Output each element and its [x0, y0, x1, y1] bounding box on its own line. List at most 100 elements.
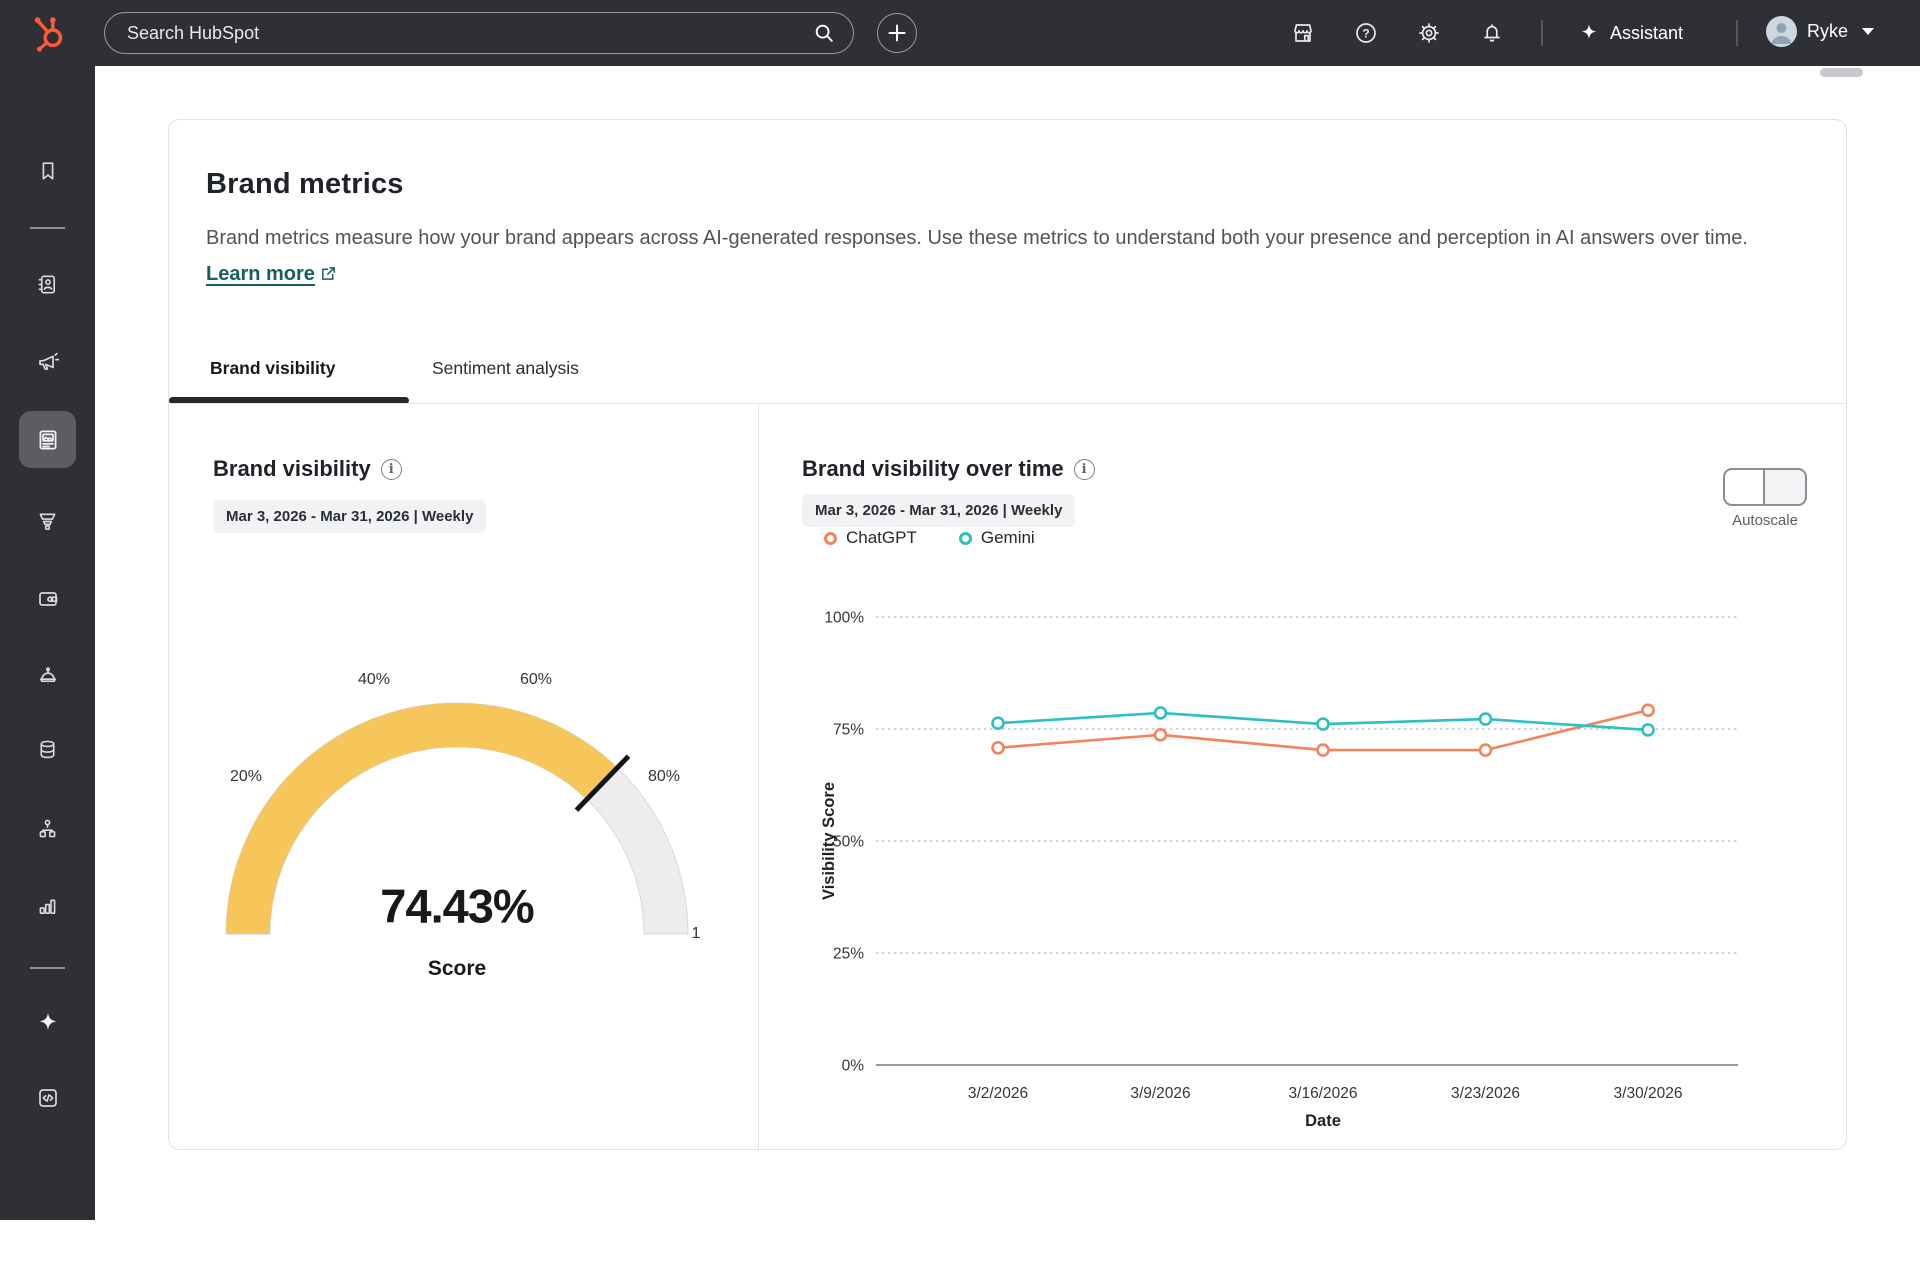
sidebar-item-contacts[interactable]	[0, 262, 95, 306]
legend-marker-icon	[824, 532, 837, 545]
bar-chart-icon	[36, 895, 59, 918]
bookmark-icon	[37, 160, 59, 182]
scrollbar-thumb[interactable]	[1820, 68, 1863, 77]
marketplace-icon[interactable]	[1291, 21, 1315, 45]
wallet-icon	[36, 587, 60, 611]
settings-icon[interactable]	[1417, 21, 1441, 45]
x-tick-label: 3/16/2026	[1289, 1085, 1358, 1102]
sparkle-icon	[35, 1010, 61, 1036]
data-point-chatgpt[interactable]	[1480, 745, 1491, 756]
sparkle-icon	[1578, 22, 1600, 44]
x-tick-label: 3/23/2026	[1451, 1085, 1520, 1102]
x-tick-label: 3/30/2026	[1614, 1085, 1683, 1102]
toggle-knob	[1723, 468, 1765, 506]
sidebar-item-developer[interactable]	[0, 1076, 95, 1120]
data-point-chatgpt[interactable]	[1643, 705, 1654, 716]
data-point-gemini[interactable]	[993, 718, 1004, 729]
sidebar-item-service[interactable]	[0, 652, 95, 696]
tab-sentiment-analysis[interactable]: Sentiment analysis	[432, 358, 579, 379]
global-search[interactable]	[104, 12, 854, 54]
hubspot-logo[interactable]	[28, 12, 70, 54]
gauge-arc	[197, 654, 717, 994]
notifications-icon[interactable]	[1480, 21, 1504, 45]
x-axis-title: Date	[1305, 1112, 1341, 1130]
assistant-button[interactable]: Assistant	[1578, 18, 1683, 48]
chevron-down-icon	[1862, 28, 1874, 35]
help-icon[interactable]: ?	[1354, 21, 1378, 45]
sidebar-item-ai[interactable]	[0, 1001, 95, 1045]
data-point-gemini[interactable]	[1318, 719, 1329, 730]
page-description: Brand metrics measure how your brand app…	[206, 220, 1786, 292]
y-tick-label: 100%	[824, 610, 864, 627]
sidebar-item-sales[interactable]	[0, 499, 95, 543]
toggle-track	[1765, 468, 1807, 506]
data-point-chatgpt[interactable]	[1318, 745, 1329, 756]
tab-brand-visibility[interactable]: Brand visibility	[210, 358, 335, 379]
data-point-gemini[interactable]	[1155, 707, 1166, 718]
topbar-divider	[1736, 20, 1738, 46]
assistant-label: Assistant	[1610, 23, 1683, 44]
gauge-panel-title: Brand visibility	[213, 456, 371, 482]
legend-item-chatgpt[interactable]: ChatGPT	[824, 528, 917, 548]
gauge-score-label: Score	[428, 957, 486, 981]
brand-metrics-card: Brand metrics Brand metrics measure how …	[168, 119, 1847, 1150]
main-content: Brand metrics Brand metrics measure how …	[95, 66, 1920, 1220]
create-button[interactable]	[877, 13, 917, 53]
tab-bar-rule	[169, 403, 1846, 404]
data-point-gemini[interactable]	[1480, 714, 1491, 725]
sidebar-item-content[interactable]	[19, 411, 76, 468]
megaphone-icon	[36, 350, 60, 374]
user-name: Ryke	[1807, 21, 1848, 42]
data-point-chatgpt[interactable]	[1155, 729, 1166, 740]
search-icon[interactable]	[813, 22, 835, 44]
contacts-icon	[36, 273, 59, 296]
data-point-gemini[interactable]	[1643, 724, 1654, 735]
sidebar-item-automations[interactable]	[0, 806, 95, 850]
gauge-date-range-badge: Mar 3, 2026 - Mar 31, 2026 | Weekly	[213, 500, 486, 533]
info-icon[interactable]: i	[1074, 459, 1095, 480]
legend-label: ChatGPT	[846, 528, 917, 548]
y-tick-label: 75%	[833, 722, 864, 739]
gauge-tick-40: 40%	[358, 671, 390, 689]
learn-more-label: Learn more	[206, 263, 315, 285]
y-tick-label: 0%	[842, 1058, 865, 1075]
legend-item-gemini[interactable]: Gemini	[959, 528, 1035, 548]
x-tick-label: 3/2/2026	[968, 1085, 1028, 1102]
funnel-icon	[36, 510, 59, 533]
autoscale-control: Autoscale	[1723, 468, 1807, 529]
top-navigation-bar: ? Assistant	[0, 0, 1920, 66]
chart-legend: ChatGPT Gemini	[824, 528, 1035, 548]
gauge-panel-heading: Brand visibility i	[213, 456, 402, 482]
legend-label: Gemini	[981, 528, 1035, 548]
workflow-icon	[36, 817, 59, 840]
data-point-chatgpt[interactable]	[993, 742, 1004, 753]
line-date-range-badge: Mar 3, 2026 - Mar 31, 2026 | Weekly	[802, 494, 1075, 527]
y-axis-title: Visibility Score	[820, 782, 838, 900]
info-icon[interactable]: i	[381, 459, 402, 480]
left-sidebar	[0, 66, 95, 1220]
gauge-chart: 20% 40% 60% 80% 1 74.43% Score	[197, 654, 717, 994]
search-input[interactable]	[105, 23, 813, 44]
gauge-value: 74.43%	[380, 879, 533, 934]
sidebar-item-reporting[interactable]	[0, 884, 95, 928]
sidebar-divider	[30, 227, 65, 229]
gauge-tick-80: 80%	[648, 768, 680, 786]
learn-more-link[interactable]: Learn more	[206, 263, 337, 285]
sidebar-item-bookmarks[interactable]	[0, 149, 95, 193]
service-bell-icon	[36, 662, 60, 686]
autoscale-toggle[interactable]	[1723, 468, 1807, 506]
sidebar-item-marketing[interactable]	[0, 340, 95, 384]
line-chart: 0%25%50%75%100%3/2/20263/9/20263/16/2026…	[758, 601, 1798, 1146]
sidebar-item-data[interactable]	[0, 727, 95, 771]
sidebar-item-payments[interactable]	[0, 577, 95, 621]
description-text: Brand metrics measure how your brand app…	[206, 227, 1748, 249]
legend-marker-icon	[959, 532, 972, 545]
user-menu[interactable]: Ryke	[1766, 16, 1874, 47]
database-icon	[36, 738, 59, 761]
page-title: Brand metrics	[206, 168, 404, 201]
gauge-tick-60: 60%	[520, 671, 552, 689]
sidebar-divider	[30, 967, 65, 969]
tab-bar: Brand visibility Sentiment analysis	[169, 354, 1846, 404]
person-icon	[1766, 16, 1797, 47]
svg-text:?: ?	[1362, 26, 1369, 40]
